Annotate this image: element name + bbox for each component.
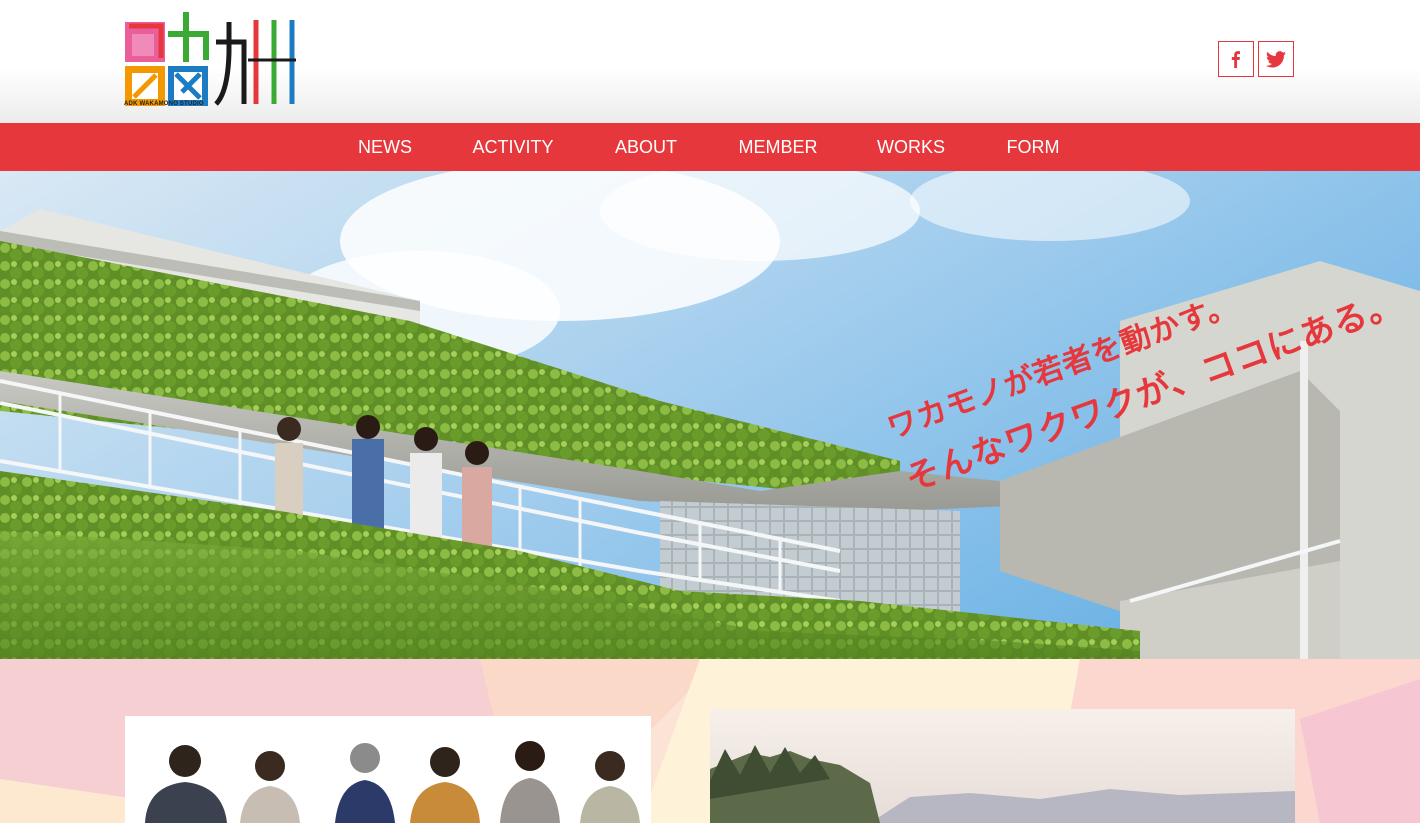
nav-item-news[interactable]: NEWS <box>356 123 414 171</box>
logo-caption: ADK WAKAMONO STUDIO <box>124 101 204 107</box>
twitter-icon <box>1266 50 1286 67</box>
nav-item-form[interactable]: FORM <box>1003 123 1063 171</box>
nav-item-activity[interactable]: ACTIVITY <box>470 123 556 171</box>
nav-item-about[interactable]: ABOUT <box>612 123 680 171</box>
landscape-photo <box>710 709 1295 823</box>
facebook-button[interactable] <box>1218 41 1254 77</box>
twitter-button[interactable] <box>1258 41 1294 77</box>
members-card[interactable] <box>125 716 651 823</box>
landscape-card[interactable] <box>710 709 1295 823</box>
members-photo <box>125 716 651 823</box>
site-logo[interactable] <box>124 12 296 110</box>
hero-photo <box>0 171 1420 659</box>
nav-item-works[interactable]: WORKS <box>875 123 947 171</box>
site-header: ADK WAKAMONO STUDIO <box>0 0 1420 123</box>
facebook-icon <box>1231 51 1240 68</box>
hero-banner: ワカモノが若者を動かす。 そんなワクワクが、ココにある。 <box>0 171 1420 659</box>
main-nav: NEWS ACTIVITY ABOUT MEMBER WORKS FORM <box>0 123 1420 171</box>
nav-item-member[interactable]: MEMBER <box>736 123 820 171</box>
lower-section <box>0 659 1420 823</box>
